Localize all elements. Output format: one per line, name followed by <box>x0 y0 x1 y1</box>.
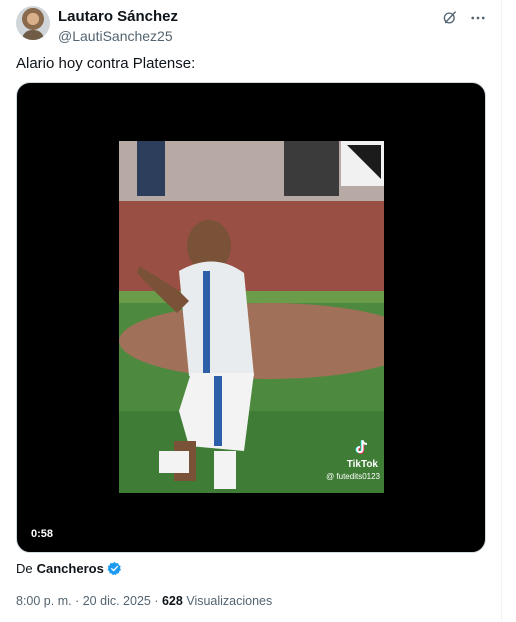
source-account[interactable]: Cancheros <box>37 561 104 576</box>
tweet-text: Alario hoy contra Platense: <box>16 55 196 72</box>
source-prefix: De <box>16 561 33 576</box>
video-frame[interactable]: TikTok @ futedits0123 <box>119 141 384 493</box>
meta-separator: · <box>75 594 80 608</box>
video-duration: 0:58 <box>26 526 59 542</box>
source-attribution: De Cancheros <box>16 561 122 576</box>
views-count: 628 <box>161 594 183 608</box>
tweet-time[interactable]: 8:00 p. m. <box>16 594 72 608</box>
author-handle[interactable]: @LautiSanchez25 <box>58 28 173 44</box>
avatar-shoulders <box>22 30 44 40</box>
author-name[interactable]: Lautaro Sánchez <box>58 8 178 25</box>
views-label: Visualizaciones <box>186 594 273 608</box>
tiktok-watermark: TikTok @ futedits0123 <box>326 437 380 481</box>
more-horizontal-icon[interactable] <box>469 9 487 27</box>
tweet-date[interactable]: 20 dic. 2025 <box>83 594 151 608</box>
tiktok-username: @ futedits0123 <box>326 472 380 481</box>
video-player[interactable]: TikTok @ futedits0123 0:58 <box>16 82 486 553</box>
meta-separator: · <box>154 594 159 608</box>
tweet-card[interactable]: Lautaro Sánchez @LautiSanchez25 Alario h… <box>0 0 502 621</box>
verified-badge-icon <box>107 561 121 576</box>
avatar[interactable] <box>16 6 50 40</box>
tweet-meta: 8:00 p. m. · 20 dic. 2025 · 628 Visualiz… <box>16 594 272 608</box>
tweet-header: Lautaro Sánchez @LautiSanchez25 <box>16 6 489 44</box>
grok-icon[interactable] <box>441 9 459 27</box>
tiktok-brand: TikTok <box>346 459 378 470</box>
tiktok-logo-icon <box>355 440 368 454</box>
